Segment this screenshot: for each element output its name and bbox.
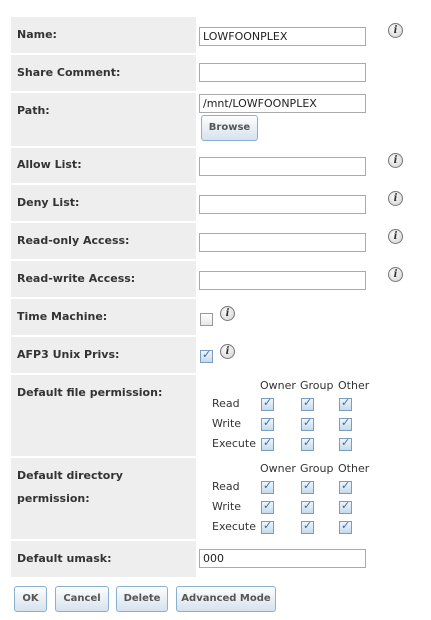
file-perm-row-execute: Execute [212, 437, 256, 450]
read-write-input[interactable] [199, 271, 366, 290]
file-perm-col-group: Group [300, 379, 334, 392]
share-comment-row: Share Comment: [11, 55, 196, 91]
dir-perm-row: Default directory permission: [11, 458, 196, 539]
dir-perm-owner-execute[interactable] [261, 519, 274, 534]
allow-list-input[interactable] [199, 157, 366, 176]
file-perm-row-read: Read [212, 397, 240, 410]
read-only-label: Read-only Access: [17, 234, 130, 247]
browse-button[interactable]: Browse [201, 115, 258, 141]
read-write-label: Read-write Access: [17, 272, 136, 285]
share-comment-input[interactable] [199, 63, 366, 82]
file-perm-label: Default file permission: [17, 386, 163, 399]
deny-list-label: Deny List: [17, 196, 80, 209]
time-machine-checkbox[interactable] [200, 313, 213, 326]
read-only-input[interactable] [199, 233, 366, 252]
path-label: Path: [17, 104, 50, 117]
read-only-row: Read-only Access: [11, 223, 196, 259]
time-machine-row: Time Machine: [11, 299, 196, 335]
deny-list-input[interactable] [199, 195, 366, 214]
dir-perm-other-execute[interactable] [339, 519, 352, 534]
file-perm-owner-read[interactable] [261, 396, 274, 411]
read-write-row: Read-write Access: [11, 261, 196, 297]
dir-perm-group-write[interactable] [301, 499, 314, 514]
file-perm-other-write[interactable] [339, 416, 352, 431]
path-row: Path: [11, 93, 196, 146]
dir-perm-row-execute: Execute [212, 520, 256, 533]
name-input[interactable] [199, 27, 366, 46]
file-perm-other-execute[interactable] [339, 436, 352, 451]
path-input[interactable] [199, 94, 366, 113]
deny-list-info-icon[interactable]: i [388, 191, 403, 206]
file-perm-col-other: Other [338, 379, 370, 392]
allow-list-label: Allow List: [17, 158, 82, 171]
allow-list-info-icon[interactable]: i [388, 153, 403, 168]
umask-label: Default umask: [17, 552, 112, 565]
file-perm-col-owner: Owner [260, 379, 296, 392]
dir-perm-row-read: Read [212, 480, 240, 493]
dir-perm-label-line2: permission: [17, 492, 90, 505]
umask-input[interactable] [199, 549, 366, 568]
time-machine-label: Time Machine: [17, 310, 108, 323]
afp3-label: AFP3 Unix Privs: [17, 348, 120, 361]
name-label: Name: [17, 28, 57, 41]
dir-perm-row-write: Write [212, 500, 242, 513]
share-comment-label: Share Comment: [17, 66, 121, 79]
file-perm-group-read[interactable] [301, 396, 314, 411]
file-perm-row: Default file permission: [11, 375, 196, 456]
file-perm-owner-write[interactable] [261, 416, 274, 431]
delete-button[interactable]: Delete [116, 586, 168, 612]
time-machine-info-icon[interactable]: i [220, 306, 235, 321]
dir-perm-col-owner: Owner [260, 462, 296, 475]
deny-list-row: Deny List: [11, 185, 196, 221]
dir-perm-owner-read[interactable] [261, 479, 274, 494]
cancel-button[interactable]: Cancel [55, 586, 109, 612]
file-perm-group-write[interactable] [301, 416, 314, 431]
dir-perm-col-other: Other [338, 462, 370, 475]
dir-perm-col-group: Group [300, 462, 334, 475]
read-write-info-icon[interactable]: i [388, 267, 403, 282]
dir-perm-other-write[interactable] [339, 499, 352, 514]
dir-perm-group-read[interactable] [301, 479, 314, 494]
dir-perm-other-read[interactable] [339, 479, 352, 494]
read-only-info-icon[interactable]: i [388, 229, 403, 244]
afp3-row: AFP3 Unix Privs: [11, 337, 196, 373]
dir-perm-group-execute[interactable] [301, 519, 314, 534]
afp3-info-icon[interactable]: i [220, 344, 235, 359]
dir-perm-owner-write[interactable] [261, 499, 274, 514]
file-perm-row-write: Write [212, 417, 242, 430]
dir-perm-label-line1: Default directory [17, 469, 123, 482]
afp3-checkbox[interactable] [200, 348, 213, 363]
advanced-mode-button[interactable]: Advanced Mode [176, 586, 276, 612]
file-perm-group-execute[interactable] [301, 436, 314, 451]
name-row: Name: [11, 17, 196, 53]
allow-list-row: Allow List: [11, 148, 196, 183]
umask-row: Default umask: [11, 541, 196, 577]
ok-button[interactable]: OK [14, 586, 47, 612]
name-info-icon[interactable]: i [388, 23, 403, 38]
file-perm-other-read[interactable] [339, 396, 352, 411]
file-perm-owner-execute[interactable] [261, 436, 274, 451]
